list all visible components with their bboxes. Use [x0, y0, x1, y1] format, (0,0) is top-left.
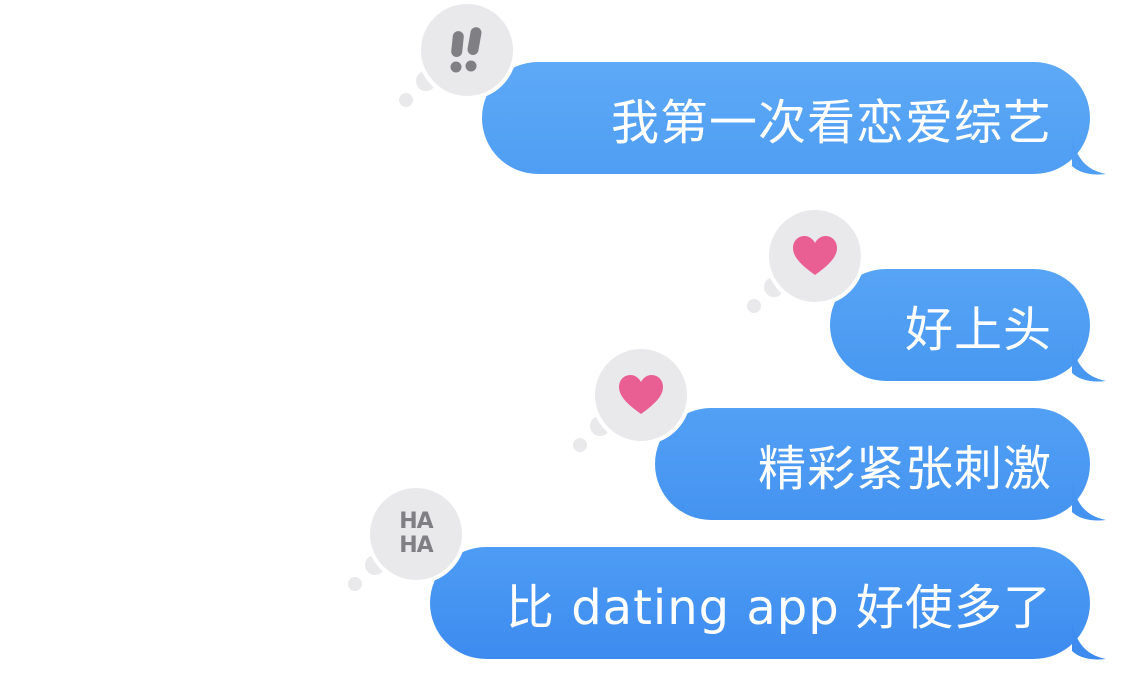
message-bubble-sent[interactable]: 好上头: [830, 269, 1090, 381]
haha-icon: HA HA: [399, 509, 433, 558]
message-text: 我第一次看恋爱综艺: [610, 95, 1052, 151]
message-text: 好上头: [904, 302, 1052, 358]
heart-icon: [619, 375, 663, 414]
exclamation-icon: [450, 27, 482, 73]
message-bubble-sent[interactable]: 我第一次看恋爱综艺: [482, 62, 1090, 174]
message-text: 比 dating app 好使多了: [505, 580, 1052, 636]
message-bubble-sent[interactable]: 精彩紧张刺激: [655, 408, 1090, 520]
message-text: 精彩紧张刺激: [757, 441, 1052, 497]
tapback-reaction[interactable]: HA HA: [348, 484, 466, 591]
tapback-reaction[interactable]: [399, 0, 517, 107]
message-row[interactable]: 我第一次看恋爱综艺: [482, 62, 1106, 175]
bubble-tail: [1072, 482, 1106, 521]
message-bubble-sent[interactable]: 比 dating app 好使多了: [430, 547, 1090, 659]
tapback-reaction[interactable]: [747, 206, 865, 313]
message-row[interactable]: 比 dating app 好使多了: [430, 547, 1106, 660]
bubble-tail: [1072, 621, 1106, 660]
message-row[interactable]: 好上头: [830, 269, 1106, 382]
bubble-tail: [1072, 343, 1106, 382]
message-row[interactable]: 精彩紧张刺激: [655, 408, 1106, 521]
bubble-tail: [1072, 136, 1106, 175]
heart-icon: [793, 236, 837, 275]
tapback-reaction[interactable]: [573, 345, 691, 452]
